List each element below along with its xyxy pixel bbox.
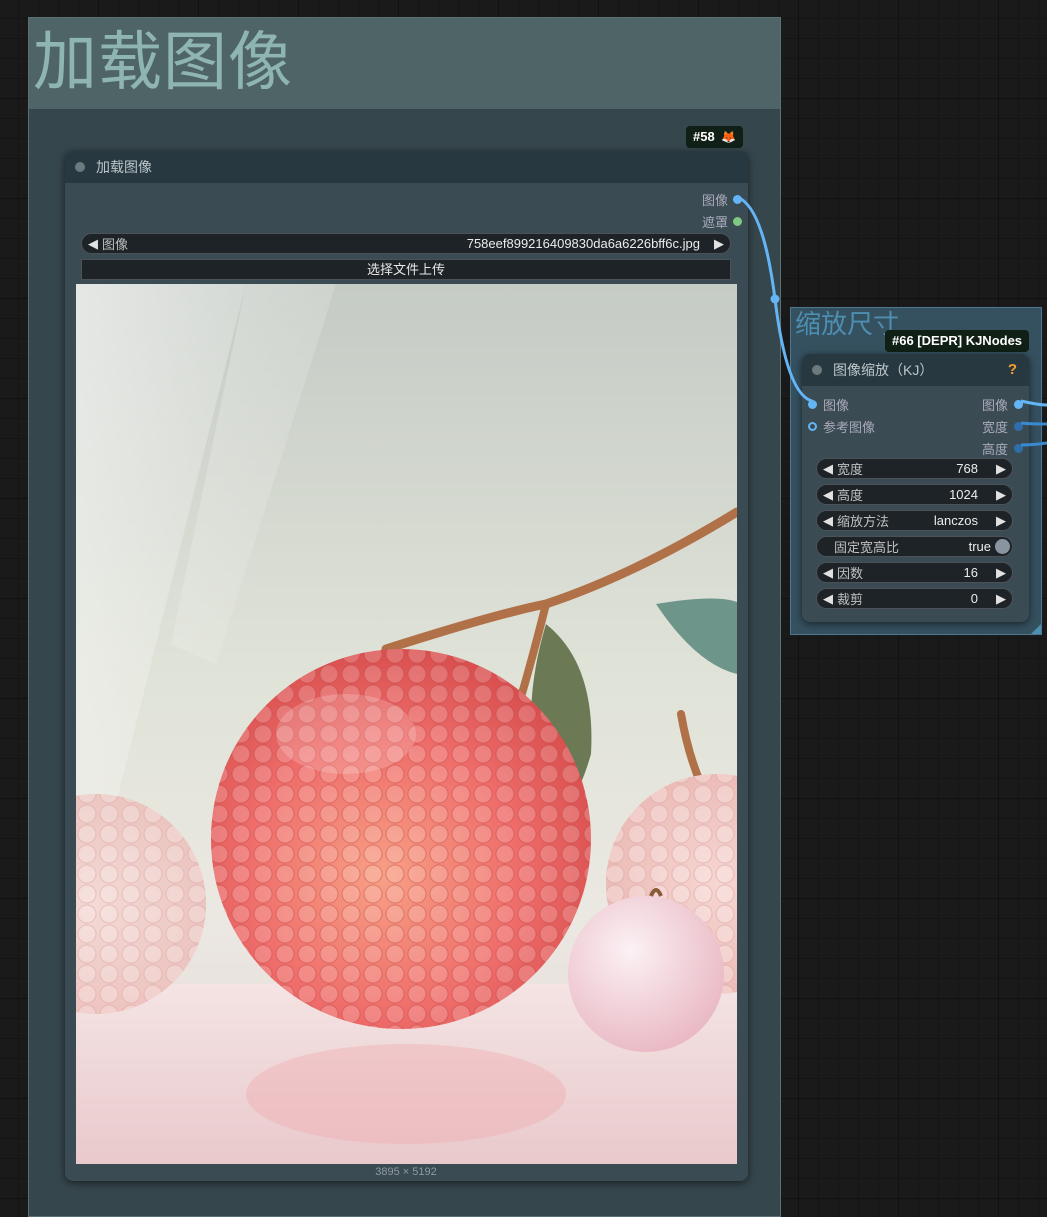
divisible-by-widget[interactable]: ◀ 因数 16 ▶ [816, 562, 1013, 583]
crop-widget[interactable]: ◀ 裁剪 0 ▶ [816, 588, 1013, 609]
input-label: 参考图像 [823, 420, 876, 435]
arrow-right-icon[interactable]: ▶ [992, 513, 1012, 529]
arrow-right-icon[interactable]: ▶ [710, 236, 730, 252]
widget-value: 1024 [949, 487, 978, 502]
slot-dot-icon[interactable] [733, 217, 742, 226]
output-slot-mask[interactable]: 遮罩 [702, 212, 742, 231]
image-combo-widget[interactable]: ◀ 图像 758eef899216409830da6a6226bff6c.jpg… [81, 233, 731, 254]
arrow-right-icon[interactable]: ▶ [992, 591, 1012, 607]
height-widget[interactable]: ◀ 高度 1024 ▶ [816, 484, 1013, 505]
node-title: 图像缩放（KJ） [833, 362, 934, 378]
fox-icon: 🦊 [721, 130, 737, 144]
output-slot-image[interactable]: 图像 [702, 190, 742, 209]
help-icon[interactable]: ? [1008, 361, 1017, 378]
input-slot-reference-image[interactable]: 参考图像 [808, 417, 875, 436]
widget-value: true [968, 539, 991, 554]
arrow-left-icon[interactable]: ◀ [817, 461, 837, 477]
slot-dot-icon[interactable] [1014, 400, 1023, 409]
widget-value: lanczos [933, 513, 978, 528]
arrow-left-icon[interactable]: ◀ [82, 236, 102, 252]
widget-label: 裁剪 [837, 592, 864, 607]
slot-dot-icon[interactable] [1014, 444, 1023, 453]
node-header[interactable]: 加载图像 [65, 151, 748, 183]
arrow-left-icon[interactable]: ◀ [817, 565, 837, 581]
image-resize-node[interactable]: 图像缩放（KJ） ? 图像 参考图像 图像 宽度 高度 ◀ 宽度 768 ▶ ◀… [802, 354, 1029, 622]
output-slot-height[interactable]: 高度 [982, 439, 1023, 458]
output-label: 宽度 [981, 420, 1008, 435]
arrow-left-icon[interactable]: ◀ [817, 591, 837, 607]
widget-label: 图像 [102, 237, 129, 252]
widget-label: 因数 [837, 566, 864, 581]
output-label: 图像 [701, 193, 728, 208]
widget-label: 缩放方法 [837, 514, 890, 529]
toggle-knob-icon[interactable] [995, 539, 1010, 554]
output-label: 高度 [981, 442, 1008, 457]
slot-ring-icon[interactable] [808, 422, 817, 431]
arrow-left-icon[interactable]: ◀ [817, 513, 837, 529]
widget-label: 固定宽高比 [834, 540, 900, 555]
upload-button[interactable]: 选择文件上传 [81, 259, 731, 280]
arrow-right-icon[interactable]: ▶ [992, 461, 1012, 477]
lychee-preview-image [76, 284, 737, 1164]
input-slot-image[interactable]: 图像 [808, 395, 849, 414]
output-slot-image[interactable]: 图像 [982, 395, 1023, 414]
widget-label: 宽度 [837, 462, 864, 477]
node-title: 加载图像 [96, 159, 152, 175]
node-id-badge: #66 [DEPR] KJNodes [885, 330, 1030, 352]
slot-dot-icon[interactable] [733, 195, 742, 204]
widget-value: 768 [956, 461, 978, 476]
node-id-badge: #58 🦊 [686, 126, 744, 148]
widget-value: 16 [963, 565, 978, 580]
output-label: 遮罩 [701, 215, 728, 230]
node-header[interactable]: 图像缩放（KJ） ? [802, 354, 1029, 386]
arrow-left-icon[interactable]: ◀ [817, 487, 837, 503]
output-label: 图像 [981, 398, 1008, 413]
group-title[interactable]: 加载图像 [29, 18, 780, 109]
collapse-dot-icon[interactable] [812, 365, 822, 375]
image-dimensions: 3895 × 5192 [375, 1166, 437, 1178]
widget-value: 758eef899216409830da6a6226bff6c.jpg [466, 236, 700, 251]
widget-label: 高度 [837, 488, 864, 503]
slot-dot-icon[interactable] [808, 400, 817, 409]
collapse-dot-icon[interactable] [75, 162, 85, 172]
image-preview [76, 284, 737, 1164]
node-id-label: #58 [693, 129, 715, 144]
arrow-right-icon[interactable]: ▶ [992, 565, 1012, 581]
resize-handle-icon[interactable] [1031, 624, 1041, 634]
output-slot-width[interactable]: 宽度 [982, 417, 1023, 436]
keep-proportion-toggle[interactable]: 固定宽高比 true [816, 536, 1013, 557]
input-label: 图像 [823, 398, 850, 413]
upscale-method-widget[interactable]: ◀ 缩放方法 lanczos ▶ [816, 510, 1013, 531]
group-title[interactable]: 缩放尺寸 [795, 308, 899, 342]
arrow-right-icon[interactable]: ▶ [992, 487, 1012, 503]
load-image-node[interactable]: 加载图像 图像 遮罩 ◀ 图像 758eef899216409830da6a62… [65, 151, 748, 1181]
widget-value: 0 [970, 591, 978, 606]
node-id-label: #66 [DEPR] KJNodes [892, 333, 1023, 348]
width-widget[interactable]: ◀ 宽度 768 ▶ [816, 458, 1013, 479]
slot-dot-icon[interactable] [1014, 422, 1023, 431]
